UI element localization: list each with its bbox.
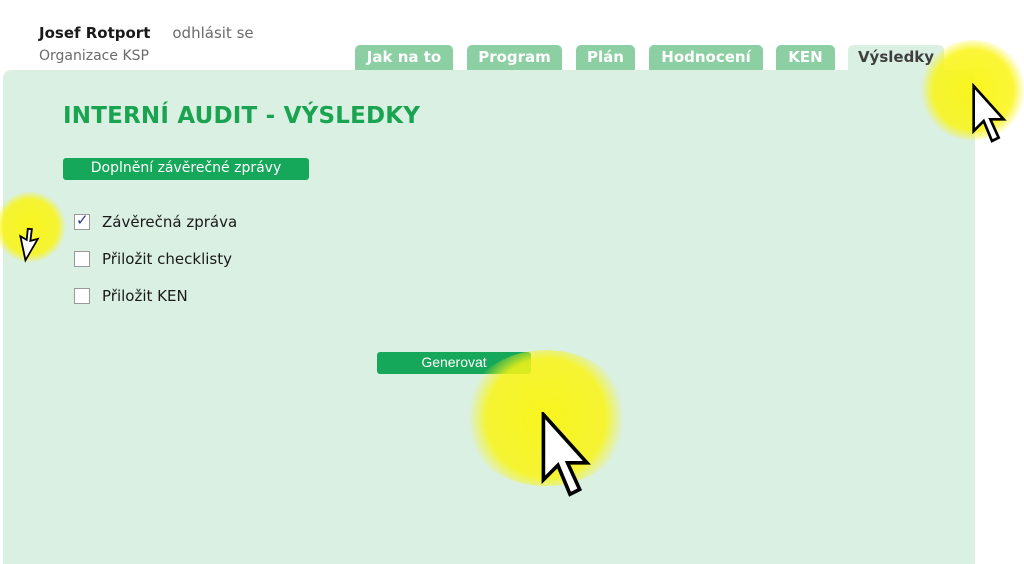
- final-report-checkbox[interactable]: ✓: [74, 211, 90, 230]
- tab-plan[interactable]: Plán: [576, 45, 635, 70]
- user-name: Josef Rotport: [39, 24, 151, 42]
- final-report-section-button[interactable]: Doplnění závěrečné zprávy: [63, 158, 309, 180]
- tab-jak-na-to[interactable]: Jak na to: [355, 45, 453, 70]
- options-list: ✓ Závěrečná zpráva Přiložit checklisty P…: [74, 211, 238, 323]
- generate-button[interactable]: Generovat: [377, 352, 531, 374]
- tab-ken[interactable]: KEN: [776, 45, 835, 70]
- user-row: Josef Rotport odhlásit se: [39, 24, 254, 42]
- tab-hodnoceni[interactable]: Hodnocení: [649, 45, 763, 70]
- page: Josef Rotport odhlásit se Organizace KSP…: [0, 0, 1024, 564]
- mouse-pointer-icon: [972, 83, 1007, 143]
- option-attach-ken[interactable]: Přiložit KEN: [74, 286, 237, 306]
- attach-checklists-checkbox[interactable]: [74, 251, 90, 267]
- tab-vysledky[interactable]: Výsledky: [848, 45, 944, 70]
- logout-link[interactable]: odhlásit se: [172, 24, 253, 42]
- page-title: INTERNÍ AUDIT - VÝSLEDKY: [63, 103, 421, 129]
- tab-program[interactable]: Program: [467, 45, 562, 70]
- nav-tabs: Jak na to Program Plán Hodnocení KEN Výs…: [0, 45, 1024, 70]
- option-final-report[interactable]: ✓ Závěrečná zpráva: [74, 211, 238, 232]
- option-label: Závěrečná zpráva: [102, 213, 238, 231]
- option-label: Přiložit checklisty: [102, 250, 232, 268]
- checkmark-icon: ✓: [76, 211, 89, 229]
- attach-ken-checkbox[interactable]: [74, 288, 90, 304]
- option-attach-checklists[interactable]: Přiložit checklisty: [74, 249, 237, 269]
- option-label: Přiložit KEN: [102, 287, 188, 305]
